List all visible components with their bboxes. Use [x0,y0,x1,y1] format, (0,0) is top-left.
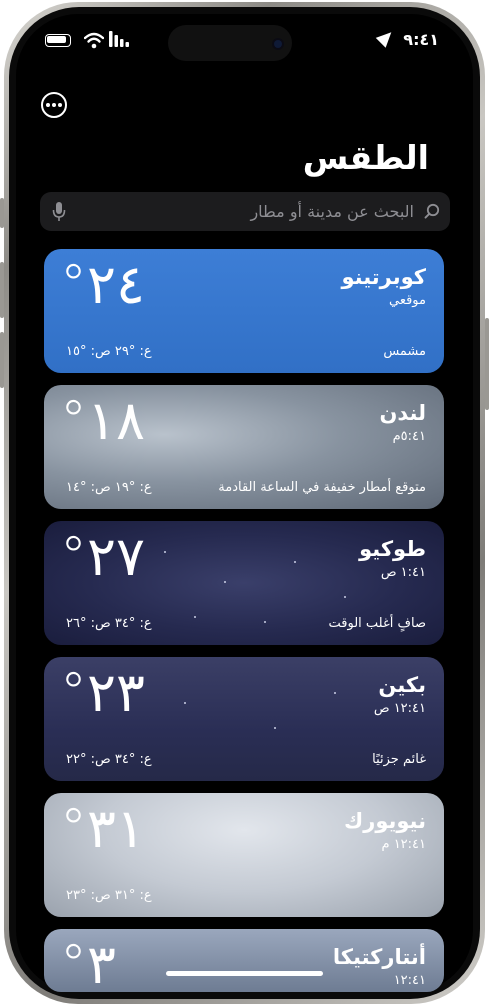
current-temperature: °٢٧ [60,525,146,588]
star-decoration [224,581,226,583]
star-decoration [334,692,336,694]
city-card[interactable]: نيويورك ١٢:٤١ م °٣١ ع: °٣١ ص: °٢٣ [44,793,444,917]
city-name: كوبرتينو [341,265,426,289]
star-decoration [344,596,346,598]
battery-icon [45,34,71,47]
city-card[interactable]: بكين ١٢:٤١ ص °٢٣ غائم جزئيًا ع: °٣٤ ص: °… [44,657,444,781]
city-name: نيويورك [343,809,426,833]
city-card[interactable]: كوبرتينو موقعي °٢٤ مشمس ع: °٢٩ ص: °١٥ [44,249,444,373]
city-card[interactable]: لندن ٥:٤١م °١٨ متوقع أمطار خفيفة في السا… [44,385,444,509]
weather-condition: متوقع أمطار خفيفة في الساعة القادمة [218,480,426,495]
current-temperature: °٢٣ [60,661,146,724]
city-card[interactable]: أنتاركتيكا ١٢:٤١ °٣_ [44,929,444,992]
current-temperature: °٣١ [60,797,146,860]
status-time: ٩:٤١ [403,30,439,49]
search-input[interactable]: البحث عن مدينة أو مطار [250,202,414,221]
wifi-icon [84,32,104,49]
microphone-icon[interactable] [52,201,66,223]
current-temperature: °٣_ [60,933,144,992]
city-name: بكين [378,673,426,697]
high-low-temperature: ع: °٣٤ ص: °٢٦ [66,616,152,631]
side-button [485,318,489,410]
page-title: الطقس [302,138,429,177]
volume-up-button [0,262,4,318]
home-indicator[interactable] [166,971,323,976]
ellipsis-dot-icon [46,103,50,107]
city-subtitle: ١٢:٤١ [393,973,426,988]
search-field[interactable]: البحث عن مدينة أو مطار [40,192,450,231]
star-decoration [164,551,166,553]
high-low-temperature: ع: °٣١ ص: °٢٣ [66,888,152,903]
city-subtitle: ٥:٤١م [392,429,426,444]
high-low-temperature: ع: °٢٩ ص: °١٥ [66,344,152,359]
volume-down-button [0,332,4,388]
city-subtitle: ١٢:٤١ م [381,837,427,852]
city-subtitle: ١:٤١ ص [380,565,426,580]
city-name: طوكيو [359,537,426,561]
high-low-temperature: ع: °١٩ ص: °١٤ [66,480,152,495]
ellipsis-dot-icon [58,103,62,107]
city-name: لندن [379,401,426,425]
city-subtitle: ١٢:٤١ ص [373,701,426,716]
city-name: أنتاركتيكا [332,945,426,969]
current-temperature: °١٨ [60,389,146,452]
search-icon [424,203,440,219]
action-button [0,198,4,228]
weather-condition: غائم جزئيًا [372,752,426,767]
cellular-signal-icon [109,31,129,47]
weather-condition: مشمس [383,344,426,359]
star-decoration [264,621,266,623]
star-decoration [184,702,186,704]
front-camera [274,40,282,48]
city-subtitle: موقعي [388,293,426,308]
high-low-temperature: ع: °٣٤ ص: °٢٢ [66,752,152,767]
ellipsis-dot-icon [52,103,56,107]
weather-condition: صافٍ أغلب الوقت [328,616,427,631]
city-card[interactable]: طوكيو ١:٤١ ص °٢٧ صافٍ أغلب الوقت ع: °٣٤ … [44,521,444,645]
star-decoration [294,561,296,563]
more-options-button[interactable] [41,92,67,118]
star-decoration [274,727,276,729]
current-temperature: °٢٤ [60,253,146,316]
star-decoration [194,616,196,618]
